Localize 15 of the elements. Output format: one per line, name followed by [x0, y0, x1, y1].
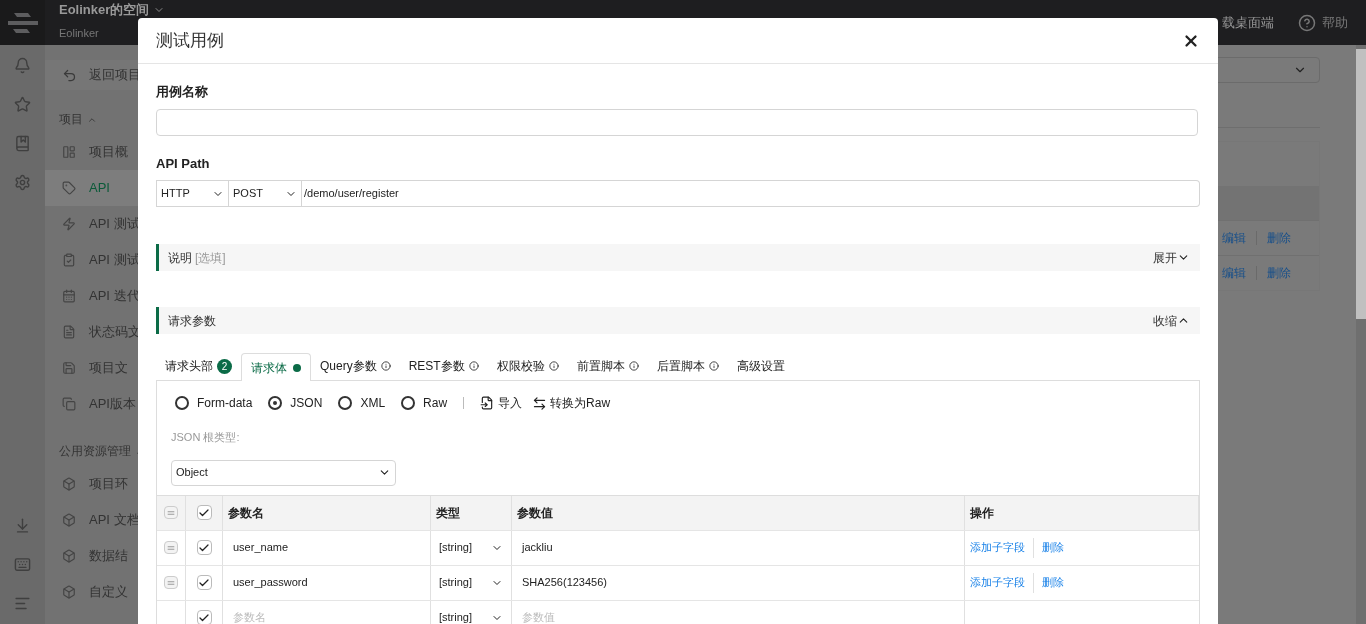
- column-header: 参数名: [223, 495, 431, 530]
- section-title: 说明: [168, 249, 192, 267]
- dialog-title: 测试用例: [156, 29, 224, 52]
- workspace-subtitle: Eolinker: [59, 26, 99, 41]
- field-label: API Path: [156, 154, 211, 173]
- section-title: 请求参数: [168, 312, 216, 330]
- method-value: POST: [233, 186, 263, 202]
- column-header: 参数值: [512, 495, 965, 530]
- column-header: 类型: [431, 495, 512, 530]
- section-hint: [选填]: [195, 249, 226, 267]
- field-label: 用例名称: [156, 83, 209, 101]
- column-header: 操作: [965, 495, 1199, 530]
- root-type-label: JSON 根类型:: [170, 430, 241, 445]
- protocol-value: HTTP: [161, 186, 190, 202]
- count-badge: 2: [217, 358, 232, 374]
